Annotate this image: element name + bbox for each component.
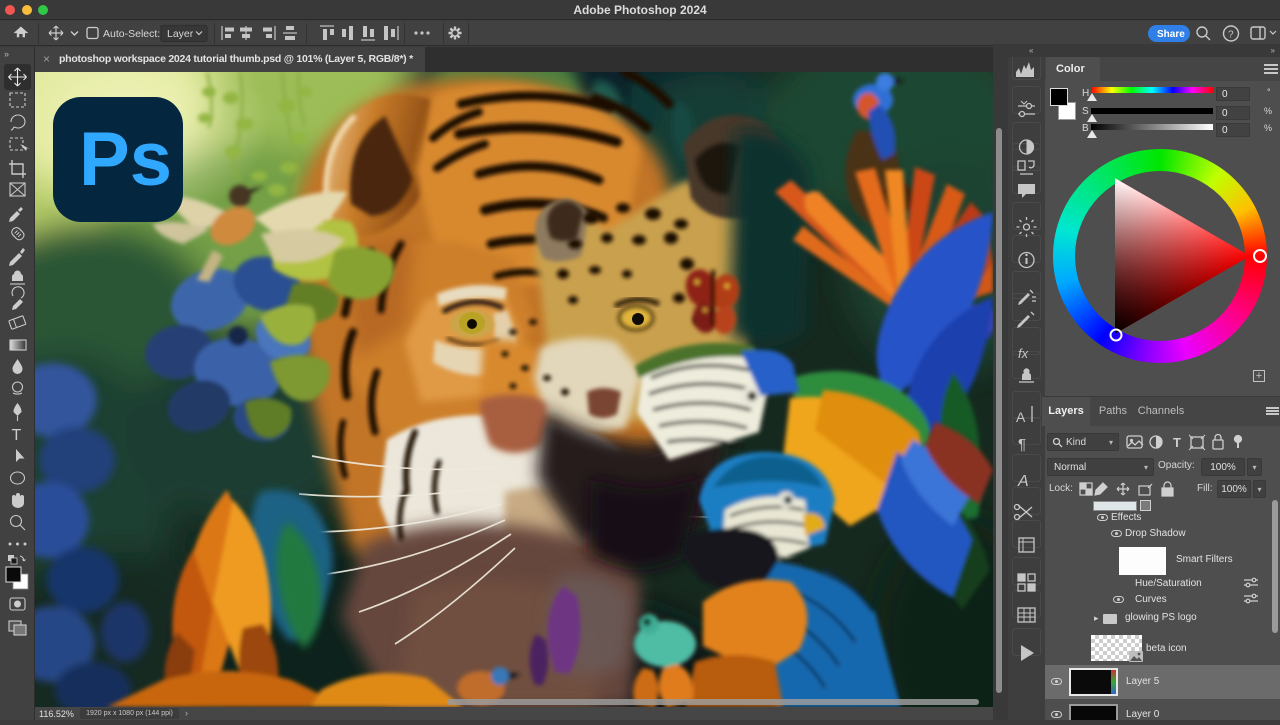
svg-text:»: » bbox=[4, 49, 9, 59]
svg-text:T: T bbox=[12, 427, 22, 444]
svg-text:T: T bbox=[1173, 435, 1181, 450]
svg-text:?: ? bbox=[1228, 30, 1234, 41]
svg-text:fx: fx bbox=[1018, 346, 1029, 361]
svg-text:Share: Share bbox=[1157, 29, 1185, 40]
svg-text:Layer: Layer bbox=[167, 28, 194, 40]
svg-text:Auto-Select:: Auto-Select: bbox=[103, 28, 160, 40]
svg-text:Ps: Ps bbox=[79, 117, 172, 202]
svg-text:A: A bbox=[1017, 473, 1029, 490]
svg-text:¶: ¶ bbox=[1018, 436, 1026, 453]
svg-text:A: A bbox=[1016, 409, 1026, 425]
